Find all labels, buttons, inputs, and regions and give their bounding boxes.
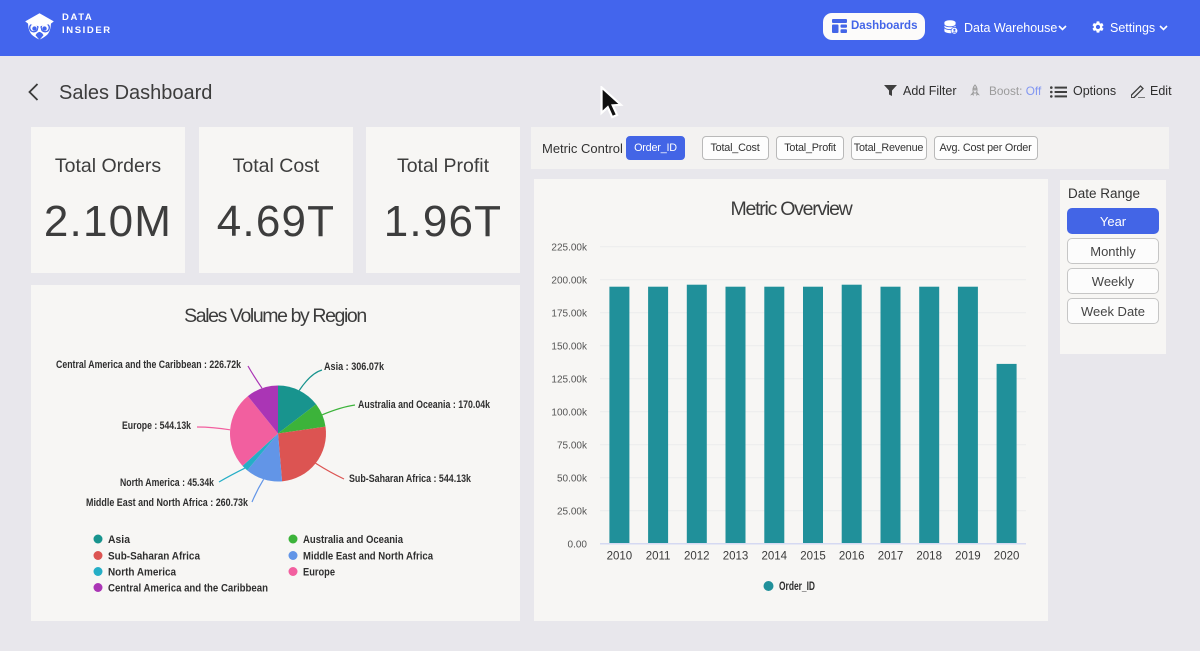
svg-text:0.00: 0.00 (568, 539, 588, 550)
svg-text:2010: 2010 (607, 551, 633, 563)
svg-text:Sales Volume by Region: Sales Volume by Region (184, 305, 366, 327)
svg-text:2017: 2017 (878, 551, 904, 563)
svg-text:Metric Overview: Metric Overview (730, 198, 853, 220)
svg-text:175.00k: 175.00k (551, 308, 588, 319)
svg-text:Central America and the Caribb: Central America and the Caribbean (108, 583, 268, 595)
svg-text:Australia and Oceania : 170.04: Australia and Oceania : 170.04k (358, 399, 491, 411)
svg-text:Sub-Saharan Africa: Sub-Saharan Africa (108, 551, 201, 563)
svg-text:2013: 2013 (723, 551, 749, 563)
svg-text:Europe : 544.13k: Europe : 544.13k (122, 420, 192, 432)
svg-text:2011: 2011 (646, 551, 671, 563)
svg-text:Asia: Asia (108, 534, 131, 546)
svg-text:Australia and Oceania: Australia and Oceania (303, 534, 404, 546)
svg-text:2016: 2016 (839, 551, 865, 563)
svg-text:200.00k: 200.00k (551, 275, 588, 286)
svg-text:50.00k: 50.00k (557, 473, 588, 484)
svg-text:Order_ID: Order_ID (779, 581, 815, 593)
svg-text:North America : 45.34k: North America : 45.34k (120, 477, 215, 489)
svg-text:75.00k: 75.00k (557, 440, 588, 451)
svg-text:2019: 2019 (955, 551, 981, 563)
svg-text:2020: 2020 (994, 551, 1020, 563)
svg-text:225.00k: 225.00k (551, 242, 588, 253)
svg-text:Europe: Europe (303, 567, 335, 579)
svg-text:25.00k: 25.00k (557, 506, 588, 517)
svg-text:150.00k: 150.00k (551, 341, 588, 352)
svg-text:Sub-Saharan Africa : 544.13k: Sub-Saharan Africa : 544.13k (349, 473, 472, 485)
svg-text:Middle East and North Africa: Middle East and North Africa (303, 551, 434, 563)
svg-text:2014: 2014 (762, 551, 788, 563)
svg-text:Middle East and North Africa :: Middle East and North Africa : 260.73k (86, 497, 249, 509)
svg-text:125.00k: 125.00k (551, 374, 588, 385)
svg-text:Central America and the Caribb: Central America and the Caribbean : 226.… (56, 359, 242, 371)
svg-text:2012: 2012 (684, 551, 710, 563)
svg-text:2015: 2015 (800, 551, 826, 563)
svg-text:100.00k: 100.00k (551, 407, 588, 418)
svg-text:Asia : 306.07k: Asia : 306.07k (324, 361, 385, 373)
svg-text:2018: 2018 (916, 551, 942, 563)
svg-text:North America: North America (108, 567, 177, 579)
